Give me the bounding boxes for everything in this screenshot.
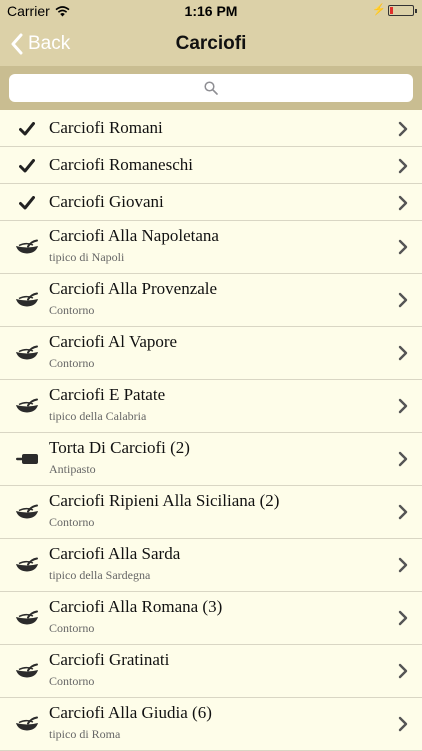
list-item-subtitle: tipico di Napoli [49,250,125,264]
list-item[interactable]: Carciofi Romaneschi [0,147,422,184]
chevron-right-icon [398,557,408,573]
dish-icon [15,237,39,257]
search-icon [204,81,218,95]
chevron-right-icon [398,239,408,255]
list-item[interactable]: Carciofi Ripieni Alla Siciliana (2) Conto… [0,486,422,539]
charging-icon: ⚡ [372,4,386,16]
dish-icon [15,343,39,363]
list-item-title: Carciofi Alla Sarda [49,544,181,563]
dish-icon [15,661,39,681]
list-item-title: Torta Di Carciofi (2) [49,438,190,457]
page-title: Carciofi [175,33,247,54]
list-item-subtitle: Contorno [49,621,95,635]
list-item-subtitle: Contorno [49,515,95,529]
list-item-subtitle: tipico di Roma [49,727,121,741]
list-item[interactable]: Carciofi E Patate tipico della Calabria [0,380,422,433]
checkmark-icon [15,156,39,176]
list-item[interactable]: Carciofi Giovani [0,184,422,221]
list-item-subtitle: tipico della Calabria [49,409,147,423]
list-item-title: Carciofi Romani [49,118,163,137]
list-item[interactable]: Carciofi Alla Romana (3) Contorno [0,592,422,645]
list-item-subtitle: Contorno [49,674,95,688]
chevron-right-icon [398,610,408,626]
list-item-title: Carciofi Alla Napoletana [49,226,219,245]
dish-icon [15,396,39,416]
list-item-subtitle: Antipasto [49,462,96,476]
search-bar [0,66,422,110]
list-item[interactable]: Carciofi Alla Provenzale Contorno [0,274,422,327]
chevron-right-icon [398,292,408,308]
checkmark-icon [15,119,39,139]
dish-icon [15,555,39,575]
dish-icon [15,608,39,628]
list-item-title: Carciofi Giovani [49,192,164,211]
list-item[interactable]: Carciofi Romani [0,110,422,147]
navigation-bar: Back Carciofi [0,22,422,66]
chevron-right-icon [398,663,408,679]
list-item-title: Carciofi Ripieni Alla Siciliana (2) [49,491,280,510]
list-item-subtitle: Contorno [49,303,95,317]
list-item-subtitle: Contorno [49,356,95,370]
dish-icon [15,502,39,522]
chevron-right-icon [398,398,408,414]
chevron-right-icon [398,504,408,520]
list-item-title: Carciofi E Patate [49,385,166,404]
chevron-right-icon [398,121,408,137]
dish-icon [15,290,39,310]
list-item[interactable]: Torta Di Carciofi (2) Antipasto [0,433,422,486]
list-item-title: Carciofi Gratinati [49,650,170,669]
chevron-right-icon [398,716,408,732]
chevron-right-icon [398,451,408,467]
list-item-title: Carciofi Al Vapore [49,332,178,351]
list-item-subtitle: tipico della Sardegna [49,568,151,582]
status-bar: Carrier 1:16 PM ⚡ [0,0,422,22]
chevron-right-icon [398,158,408,174]
list-item[interactable]: Carciofi Alla Giudia (6) tipico di Roma [0,698,422,751]
list-item-title: Carciofi Alla Provenzale [49,279,218,298]
chevron-right-icon [398,345,408,361]
list-item[interactable]: Carciofi Alla Sarda tipico della Sardegna [0,539,422,592]
list-item[interactable]: Carciofi Alla Napoletana tipico di Napoli [0,221,422,274]
dish-icon [15,714,39,734]
status-time: 1:16 PM [184,3,238,19]
list-item-title: Carciofi Romaneschi [49,155,193,174]
cutting-board-icon [15,449,39,469]
battery-icon [388,5,417,16]
list-item-title: Carciofi Alla Giudia (6) [49,703,212,722]
recipe-list: Carciofi Romani Carciofi Romaneschi Carcio… [0,110,422,751]
list-item[interactable]: Carciofi Al Vapore Contorno [0,327,422,380]
list-item[interactable]: Carciofi Gratinati Contorno [0,645,422,698]
chevron-right-icon [398,195,408,211]
list-item-title: Carciofi Alla Romana (3) [49,597,223,616]
search-input[interactable] [9,74,413,102]
checkmark-icon [15,193,39,213]
